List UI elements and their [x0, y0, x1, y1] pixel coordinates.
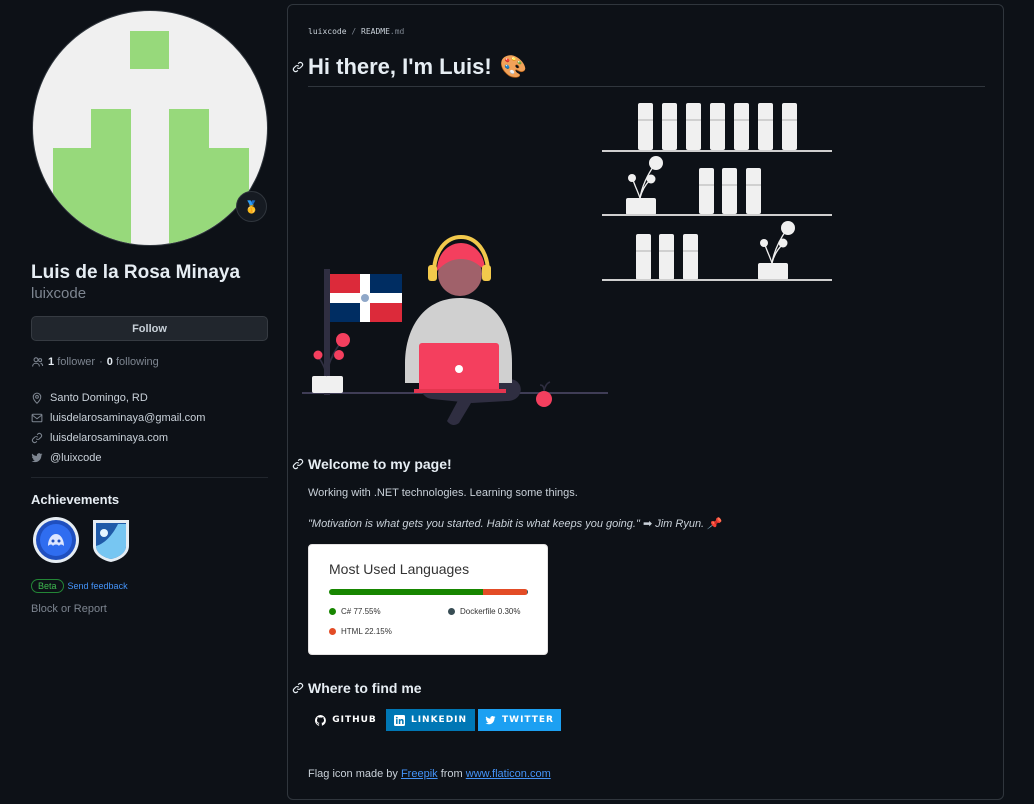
linkedin-badge-label: LINKEDIN	[410, 715, 468, 725]
readme-path: luixcode / README.md	[308, 27, 404, 36]
language-dot	[448, 608, 455, 615]
follow-stats: 1 follower · 0 following	[31, 356, 159, 368]
profile-name: Luis de la Rosa Minaya	[31, 262, 241, 283]
arrow-icon: ➡	[642, 518, 653, 530]
title-divider	[308, 86, 985, 87]
followers-label: follower	[57, 356, 96, 368]
email-link[interactable]: luisdelarosaminaya@gmail.com	[50, 412, 205, 424]
twitter-badge-label: TWITTER	[502, 715, 554, 725]
follow-button[interactable]: Follow	[31, 316, 268, 341]
language-label: HTML 22.15%	[341, 627, 392, 636]
language-item: HTML 22.15%	[329, 627, 392, 636]
readme-path-separator: /	[351, 27, 357, 36]
profile-login: luixcode	[31, 285, 87, 302]
language-bar-segment	[527, 589, 528, 595]
achievement-badge-yolo[interactable]	[32, 516, 80, 564]
readme-title: Hi there, I'm Luis! 🎨	[308, 54, 527, 80]
achievement-badge-starstruck[interactable]	[87, 516, 135, 564]
location-text: Santo Domingo, RD	[50, 392, 148, 404]
most-used-languages-card[interactable]: Most Used Languages C# 77.55% Dockerfile…	[308, 544, 548, 655]
language-dot	[329, 628, 336, 635]
heading-anchor-icon[interactable]	[292, 682, 304, 694]
palette-emoji: 🎨	[499, 54, 528, 79]
readme-title-text: Hi there, I'm Luis!	[308, 54, 492, 79]
freepik-link[interactable]: Freepik	[401, 768, 438, 780]
language-dot	[329, 608, 336, 615]
block-report-link[interactable]: Block or Report	[31, 603, 107, 615]
send-feedback-link[interactable]: Send feedback	[68, 581, 128, 591]
following-label: following	[115, 356, 159, 368]
readme-card: luixcode / README.md Hi there, I'm Luis!…	[287, 4, 1004, 800]
linkedin-badge[interactable]: LINKEDIN	[386, 709, 475, 731]
status-badge[interactable]: 🥇	[236, 191, 267, 222]
readme-path-file: README	[361, 27, 390, 36]
flaticon-link[interactable]: www.flaticon.com	[466, 768, 551, 780]
credit-prefix: Flag icon made by	[308, 768, 398, 780]
readme-path-user[interactable]: luixcode	[308, 27, 347, 36]
readme-path-ext: .md	[389, 27, 405, 36]
github-badge[interactable]: GITHUB	[308, 709, 384, 731]
twitter-row: @luixcode	[31, 448, 205, 468]
language-bar-segment	[329, 589, 484, 595]
languages-progress-bar	[329, 589, 528, 595]
website-link[interactable]: luisdelarosaminaya.com	[50, 432, 168, 444]
language-item: C# 77.55%	[329, 607, 381, 616]
followers-count: 1	[48, 356, 55, 368]
beta-badge: Beta	[31, 579, 64, 593]
intro-text: Working with .NET technologies. Learning…	[308, 487, 578, 499]
pin-icon: 📌	[707, 518, 721, 530]
github-badge-label: GITHUB	[332, 715, 377, 725]
welcome-heading: Welcome to my page!	[308, 456, 452, 472]
location-icon	[32, 392, 42, 404]
profile-details: Santo Domingo, RD luisdelarosaminaya@gma…	[31, 388, 205, 468]
twitter-icon	[485, 715, 496, 724]
quote-text: "Motivation is what gets you started. Ha…	[308, 518, 640, 530]
location-row: Santo Domingo, RD	[31, 388, 205, 408]
credit-mid: from	[440, 768, 463, 780]
website-row: luisdelarosaminaya.com	[31, 428, 205, 448]
people-icon	[32, 357, 44, 367]
achievements-heading: Achievements	[31, 492, 120, 507]
medal-icon: 🥇	[244, 199, 259, 214]
twitter-badge[interactable]: TWITTER	[478, 709, 561, 731]
following-link[interactable]: 0 following	[107, 356, 159, 368]
heading-anchor-icon[interactable]	[292, 61, 304, 73]
github-icon	[315, 714, 327, 726]
dot-separator: ·	[99, 356, 103, 368]
followers-link[interactable]: 1 follower	[48, 356, 95, 368]
quote-line: "Motivation is what gets you started. Ha…	[308, 517, 721, 530]
quote-author: Jim Ryun.	[655, 518, 705, 530]
email-row: luisdelarosaminaya@gmail.com	[31, 408, 205, 428]
language-label: Dockerfile 0.30%	[460, 607, 521, 616]
heading-anchor-icon[interactable]	[292, 458, 304, 470]
twitter-handle[interactable]: @luixcode	[50, 452, 102, 464]
linkedin-icon	[393, 714, 405, 726]
sidebar-divider	[31, 477, 268, 478]
avatar[interactable]	[32, 10, 268, 246]
mail-icon	[31, 413, 43, 423]
following-count: 0	[106, 356, 113, 368]
flag-credit: Flag icon made by Freepik from www.flati…	[308, 768, 551, 780]
find-me-heading: Where to find me	[308, 680, 422, 696]
link-icon	[31, 432, 43, 444]
languages-card-title: Most Used Languages	[329, 561, 470, 577]
feedback-row: Beta Send feedback	[31, 579, 128, 593]
twitter-icon	[31, 453, 43, 463]
language-label: C# 77.55%	[341, 607, 381, 616]
developer-illustration	[302, 103, 832, 426]
language-bar-segment	[483, 589, 528, 595]
language-item: Dockerfile 0.30%	[448, 607, 520, 616]
